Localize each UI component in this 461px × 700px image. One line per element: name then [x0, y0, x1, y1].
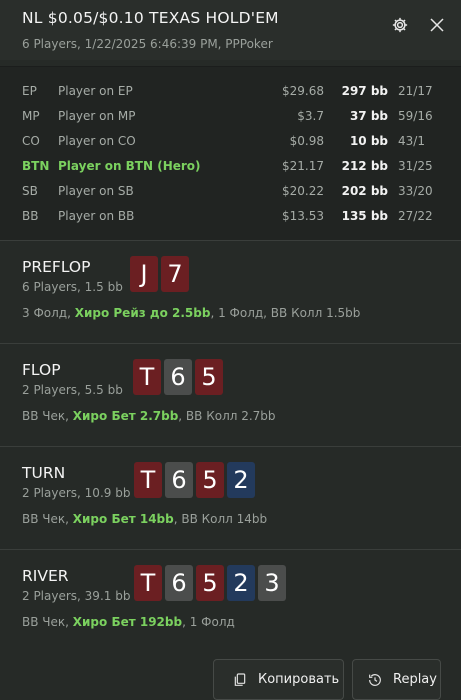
player-name: Player on SB — [58, 184, 134, 198]
card: 7 — [161, 256, 189, 292]
street-info: 2 Players, 10.9 bb — [22, 486, 131, 500]
street-actions: BB Чек, Хиро Бет 2.7bb, BB Колл 2.7bb — [22, 409, 276, 423]
player-stack-bb: 135 bb — [341, 209, 388, 223]
action-text: 3 Фолд, — [22, 306, 75, 320]
hand-header: NL $0.05/$0.10 TEXAS HOLD'EM 6 Players, … — [0, 0, 461, 60]
player-stack-bb: 202 bb — [341, 184, 388, 198]
player-position: BB — [22, 209, 39, 223]
card: 2 — [227, 462, 255, 498]
player-stack-dollars: $0.98 — [289, 134, 324, 148]
player-stack-dollars: $29.68 — [282, 84, 324, 98]
player-name: Player on BB — [58, 209, 135, 223]
player-stats: 27/22 — [398, 209, 433, 223]
street-actions: BB Чек, Хиро Бет 192bb, 1 Фолд — [22, 615, 235, 629]
player-position: CO — [22, 134, 40, 148]
card: 5 — [195, 359, 223, 395]
player-position: EP — [22, 84, 37, 98]
street-section-river: RIVER 2 Players, 39.1 bb T 6 5 2 3 BB Чек, Хиро… — [0, 549, 461, 652]
street-section-preflop: PREFLOP 6 Players, 1.5 bb J 7 3 Фолд, Хиро Р… — [0, 240, 461, 343]
action-text: , BB Колл 14bb — [173, 512, 268, 526]
replay-icon — [369, 673, 381, 686]
gear-icon[interactable] — [391, 16, 409, 34]
player-stack-dollars: $21.17 — [282, 159, 324, 173]
card: 5 — [196, 462, 224, 498]
player-name: Player on MP — [58, 109, 136, 123]
player-row: SB Player on SB $20.22 202 bb 33/20 — [0, 180, 461, 205]
player-name: Player on EP — [58, 84, 133, 98]
card: 5 — [196, 565, 224, 601]
card: 6 — [164, 359, 192, 395]
action-text: , 1 Фолд — [182, 615, 235, 629]
player-stats: 43/1 — [398, 134, 425, 148]
card: 6 — [165, 565, 193, 601]
player-stack-bb: 37 bb — [349, 109, 388, 123]
board-cards: T65 — [133, 359, 223, 395]
player-row: EP Player on EP $29.68 297 bb 21/17 — [0, 80, 461, 105]
card: 2 — [227, 565, 255, 601]
player-stats: 59/16 — [398, 109, 433, 123]
player-position: MP — [22, 109, 40, 123]
street-name: TURN — [22, 464, 66, 482]
street-info: 2 Players, 5.5 bb — [22, 383, 123, 397]
hero-action: Хиро Бет 192bb — [72, 615, 183, 629]
copy-button-label: Копировать — [258, 672, 340, 687]
street-actions: BB Чек, Хиро Бет 14bb, BB Колл 14bb — [22, 512, 267, 526]
player-row: MP Player on MP $3.7 37 bb 59/16 — [0, 105, 461, 130]
card: 6 — [165, 462, 193, 498]
street-section-flop: FLOP 2 Players, 5.5 bb T 6 5 BB Чек, Хиро Бет… — [0, 343, 461, 446]
player-stack-dollars: $3.7 — [297, 109, 324, 123]
player-stats: 21/17 — [398, 84, 433, 98]
hero-action: Хиро Рейз до 2.5bb — [74, 306, 211, 320]
replay-button[interactable]: Replay — [352, 659, 441, 700]
close-icon[interactable] — [428, 16, 446, 34]
copy-button[interactable]: Копировать — [213, 659, 344, 700]
card: 3 — [258, 565, 286, 601]
player-stack-bb: 10 bb — [349, 134, 388, 148]
action-text: , BB Колл 2.7bb — [178, 409, 276, 423]
street-section-turn: TURN 2 Players, 10.9 bb T 6 5 2 BB Чек, Хиро Б… — [0, 446, 461, 549]
player-row: BTN Player on BTN (Hero) $21.17 212 bb 31/25 — [0, 155, 461, 180]
player-stack-dollars: $13.53 — [282, 209, 324, 223]
hand-title: NL $0.05/$0.10 TEXAS HOLD'EM — [22, 9, 279, 27]
street-info: 6 Players, 1.5 bb — [22, 280, 123, 294]
player-position: BTN — [22, 159, 50, 173]
player-stats: 31/25 — [398, 159, 433, 173]
street-name: FLOP — [22, 361, 61, 379]
card: T — [134, 565, 162, 601]
street-name: PREFLOP — [22, 258, 91, 276]
player-row: BB Player on BB $13.53 135 bb 27/22 — [0, 205, 461, 230]
player-stack-dollars: $20.22 — [282, 184, 324, 198]
card: J — [130, 256, 158, 292]
player-stats: 33/20 — [398, 184, 433, 198]
board-cards: J7 — [130, 256, 189, 292]
hero-action: Хиро Бет 2.7bb — [72, 409, 179, 423]
player-name: Player on CO — [58, 134, 136, 148]
card: T — [133, 359, 161, 395]
street-actions: 3 Фолд, Хиро Рейз до 2.5bb, 1 Фолд, BB К… — [22, 306, 360, 320]
action-text: , 1 Фолд, BB Колл 1.5bb — [210, 306, 361, 320]
action-text: BB Чек, — [22, 615, 73, 629]
player-position: SB — [22, 184, 38, 198]
board-cards: T6523 — [134, 565, 286, 601]
hand-subtitle: 6 Players, 1/22/2025 6:46:39 PM, PPPoker — [22, 37, 273, 51]
hero-action: Хиро Бет 14bb — [72, 512, 174, 526]
board-cards: T652 — [134, 462, 255, 498]
action-text: BB Чек, — [22, 409, 73, 423]
players-table: EP Player on EP $29.68 297 bb 21/17 MP Player … — [0, 66, 461, 240]
street-info: 2 Players, 39.1 bb — [22, 589, 131, 603]
action-text: BB Чек, — [22, 512, 73, 526]
player-stack-bb: 297 bb — [341, 84, 388, 98]
player-name: Player on BTN (Hero) — [58, 159, 201, 173]
street-name: RIVER — [22, 567, 69, 585]
copy-icon — [234, 672, 246, 686]
player-stack-bb: 212 bb — [341, 159, 388, 173]
player-row: CO Player on CO $0.98 10 bb 43/1 — [0, 130, 461, 155]
card: T — [134, 462, 162, 498]
replay-button-label: Replay — [393, 672, 437, 687]
